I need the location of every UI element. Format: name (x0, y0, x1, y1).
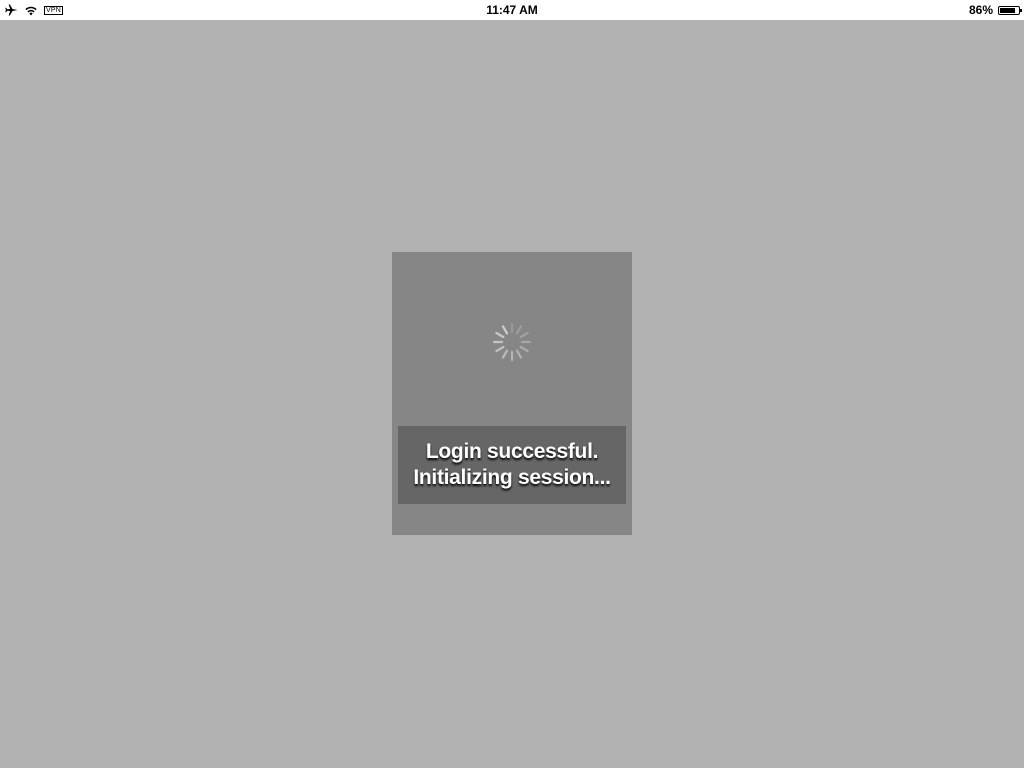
battery-icon (998, 5, 1022, 15)
battery-percent: 86% (968, 3, 993, 17)
spinner-spoke (515, 349, 523, 359)
status-time: 11:47 AM (486, 3, 538, 17)
spinner-spoke (501, 325, 509, 335)
battery-fill (1000, 7, 1016, 13)
status-message-line-2: Initializing session... (413, 466, 611, 489)
status-message-box: Login successful. Initializing session..… (398, 426, 626, 504)
loading-overlay-panel: Login successful. Initializing session..… (392, 252, 632, 535)
spinner-spoke (501, 349, 509, 359)
status-bar: VPN 11:47 AM 86% (0, 0, 1024, 20)
spinner-spoke (495, 331, 505, 339)
battery-nub (1020, 8, 1022, 12)
status-right: 86% (968, 0, 1022, 20)
spinner-spoke (515, 325, 523, 335)
spinner-spoke (519, 345, 529, 353)
spinner-spoke (519, 331, 529, 339)
status-message-line-1: Login successful. (425, 440, 599, 463)
spinner-spoke (495, 345, 505, 353)
activity-spinner-icon (492, 322, 532, 362)
